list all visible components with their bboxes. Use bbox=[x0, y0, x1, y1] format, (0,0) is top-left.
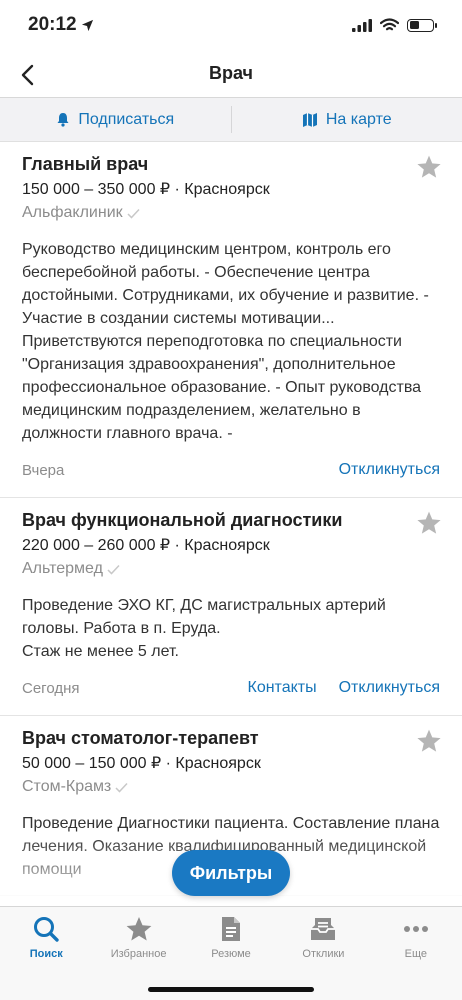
tab-label: Еще bbox=[404, 948, 428, 960]
vacancy-card[interactable]: Врач функциональной диагностики 220 000 … bbox=[0, 498, 462, 716]
tab-label: Избранное bbox=[110, 948, 167, 960]
page-title: Врач bbox=[208, 63, 253, 83]
star-icon[interactable] bbox=[416, 510, 442, 536]
map-icon bbox=[302, 112, 317, 127]
action-bar: Подписаться На карте bbox=[0, 98, 462, 142]
tab-label: Резюме bbox=[211, 948, 251, 960]
vacancy-title[interactable]: Врач стоматолог-терапевт bbox=[22, 726, 440, 750]
company-name: Альтермед bbox=[22, 560, 103, 577]
tab-label: Отклики bbox=[302, 948, 345, 960]
vacancy-footer: Вчера Откликнуться bbox=[22, 457, 440, 483]
verified-check-icon bbox=[115, 782, 128, 793]
back-button[interactable] bbox=[16, 62, 38, 88]
vacancy-description: Проведение ЭХО КГ, ДС магистральных арте… bbox=[22, 594, 440, 663]
vacancy-list: Главный врач 150 000 – 350 000 ₽ · Красн… bbox=[0, 142, 462, 906]
bell-icon bbox=[57, 113, 69, 127]
star-icon[interactable] bbox=[416, 728, 442, 754]
subscribe-button[interactable]: Подписаться bbox=[0, 98, 231, 141]
star-icon[interactable] bbox=[416, 154, 442, 180]
map-button[interactable]: На карте bbox=[232, 98, 462, 141]
description-line: Проведение ЭХО КГ, ДС магистральных арте… bbox=[22, 597, 386, 637]
tab-more[interactable]: Еще bbox=[370, 915, 462, 1000]
vacancy-salary: 50 000 – 150 000 ₽ · Красноярск bbox=[22, 755, 261, 772]
document-icon bbox=[222, 917, 241, 941]
vacancy-title[interactable]: Врач функциональной диагностики bbox=[22, 508, 440, 532]
inbox-icon bbox=[311, 918, 336, 940]
status-time: 20:12 bbox=[28, 14, 94, 36]
vacancy-date: Сегодня bbox=[22, 679, 80, 697]
nav-bar: Врач bbox=[0, 50, 462, 98]
map-label: На карте bbox=[325, 110, 392, 128]
signal-icon bbox=[352, 18, 372, 32]
vacancy-company: Альфаклиник bbox=[22, 202, 440, 224]
star-icon bbox=[126, 917, 152, 941]
respond-button[interactable]: Откликнуться bbox=[339, 679, 440, 697]
tab-search[interactable]: Поиск bbox=[0, 915, 92, 1000]
vacancy-company: Стом-Крамз bbox=[22, 776, 440, 798]
vacancy-footer: Сегодня Контакты Откликнуться bbox=[22, 675, 440, 701]
location-arrow-icon bbox=[81, 19, 93, 31]
status-icons bbox=[352, 18, 437, 32]
vacancy-date: Вчера bbox=[22, 461, 65, 479]
chevron-left-icon bbox=[21, 64, 34, 86]
status-bar: 20:12 bbox=[0, 0, 462, 50]
vacancy-salary: 220 000 – 260 000 ₽ · Красноярск bbox=[22, 537, 270, 554]
description-line: Стаж не менее 5 лет. bbox=[22, 643, 179, 660]
home-indicator bbox=[148, 987, 314, 992]
filters-button[interactable]: Фильтры bbox=[172, 850, 290, 896]
vacancy-card[interactable]: Главный врач 150 000 – 350 000 ₽ · Красн… bbox=[0, 142, 462, 498]
battery-icon bbox=[407, 18, 437, 32]
tab-label: Поиск bbox=[29, 948, 63, 960]
vacancy-description: Руководство медицинским центром, контрол… bbox=[22, 241, 429, 442]
verified-check-icon bbox=[127, 208, 140, 219]
vacancy-salary: 150 000 – 350 000 ₽ · Красноярск bbox=[22, 181, 270, 198]
company-name: Стом-Крамз bbox=[22, 778, 112, 795]
tab-bar: Поиск Избранное Резюме Отклики Еще bbox=[0, 906, 462, 1000]
company-name: Альфаклиник bbox=[22, 204, 123, 221]
vacancy-company: Альтермед bbox=[22, 558, 440, 580]
contacts-button[interactable]: Контакты bbox=[248, 679, 317, 697]
time-label: 20:12 bbox=[28, 14, 77, 35]
more-icon bbox=[403, 926, 428, 932]
vacancy-title[interactable]: Главный врач bbox=[22, 152, 440, 176]
respond-button[interactable]: Откликнуться bbox=[339, 461, 440, 479]
subscribe-label: Подписаться bbox=[78, 110, 175, 128]
verified-check-icon bbox=[107, 564, 120, 575]
search-icon bbox=[34, 917, 59, 942]
wifi-icon bbox=[380, 18, 399, 31]
